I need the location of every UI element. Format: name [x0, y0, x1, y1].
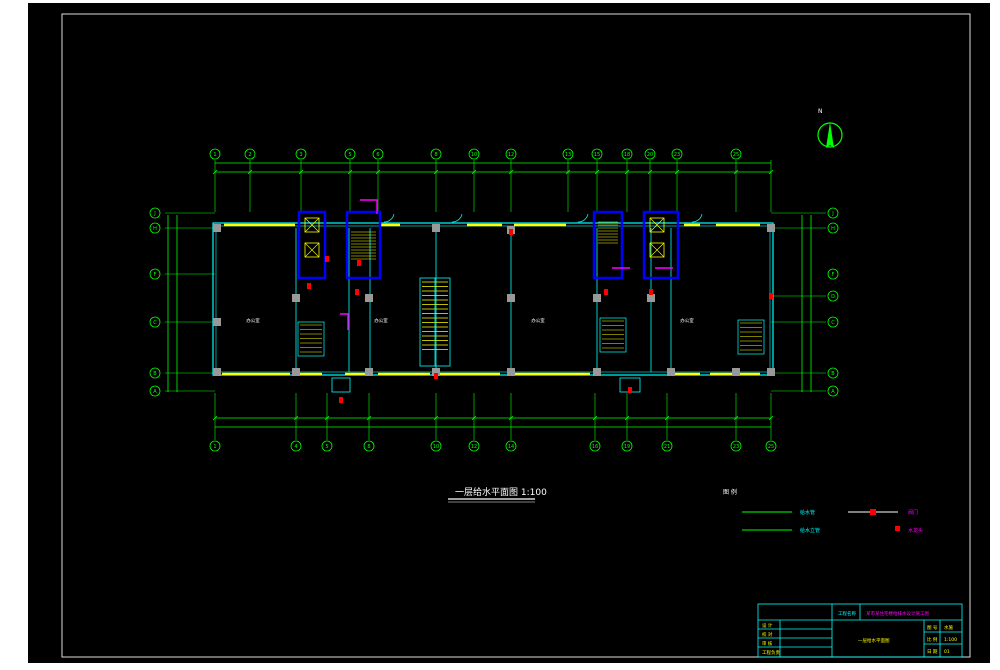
- tb-row-design: 设 计: [762, 622, 773, 629]
- column: [767, 368, 775, 376]
- tb-drawing-name: 一层给水平面图: [858, 637, 890, 644]
- valve: [434, 373, 438, 379]
- column: [213, 318, 221, 326]
- axis-left-label: A: [153, 389, 157, 395]
- column: [593, 368, 601, 376]
- axis-left-label: B: [153, 371, 157, 377]
- valve: [325, 256, 329, 262]
- column: [432, 224, 440, 232]
- axis-bottom-label: 23: [733, 444, 739, 450]
- axis-top-label: 12: [508, 152, 514, 158]
- axis-right-label: C: [831, 320, 835, 326]
- axis-bottom-label: 10: [433, 444, 439, 450]
- room-label: 办公室: [246, 317, 260, 324]
- room-label: 办公室: [680, 317, 694, 324]
- tb-value-date: 01: [944, 649, 950, 655]
- axis-top-label: 3: [299, 152, 302, 158]
- axis-bottom-label: 1: [213, 444, 216, 450]
- column: [647, 294, 655, 302]
- axis-bottom-label: 5: [325, 444, 328, 450]
- axis-top-label: 18: [624, 152, 630, 158]
- axis-right-label: B: [831, 371, 835, 377]
- axis-right-label: H: [831, 226, 835, 232]
- axis-top-label: 13: [565, 152, 571, 158]
- valve: [357, 260, 361, 266]
- column: [507, 368, 515, 376]
- valve: [604, 289, 608, 295]
- axis-left-label: J: [153, 211, 155, 217]
- valve: [355, 289, 359, 295]
- column: [213, 224, 221, 232]
- tb-row-check: 校 对: [762, 631, 773, 638]
- axis-left-label: C: [153, 320, 157, 326]
- axis-top-label: 10: [471, 152, 477, 158]
- valve: [769, 293, 773, 299]
- tb-company: 工程名称: [838, 610, 856, 617]
- axis-left-label: F: [154, 272, 157, 278]
- valve: [649, 289, 653, 295]
- axis-bottom-label: 19: [624, 444, 630, 450]
- axis-top-label: 5: [348, 152, 351, 158]
- tb-label-date: 日 期: [927, 649, 938, 655]
- room-label: 办公室: [374, 317, 388, 324]
- floor-plan-canvas: 1 2 3 5 6 8 10 12 13 15 18 20 23 251 4 5 8 10 12 14 16 19 21 23…: [0, 0, 1000, 666]
- valve: [628, 387, 632, 393]
- axis-bottom-label: 14: [508, 444, 514, 450]
- tb-value-number: 水施: [944, 624, 953, 631]
- north-label: N: [818, 108, 823, 115]
- axis-top-label: 25: [733, 152, 739, 158]
- axis-bottom-label: 16: [592, 444, 598, 450]
- valve: [339, 397, 343, 403]
- axis-bottom-label: 4: [294, 444, 297, 450]
- column: [667, 368, 675, 376]
- drawing-title: 一层给水平面图 1:100: [455, 486, 547, 498]
- tb-row-lead: 工程负责: [762, 649, 780, 656]
- valve: [509, 229, 513, 235]
- axis-left-label: H: [153, 226, 157, 232]
- axis-bottom-label: 25: [768, 444, 774, 450]
- axis-right-label: J: [831, 211, 833, 217]
- column: [365, 368, 373, 376]
- axis-top-label: 2: [248, 152, 251, 158]
- axis-right-label: A: [831, 389, 835, 395]
- drawing-background: [28, 3, 990, 663]
- column: [292, 294, 300, 302]
- column: [213, 368, 221, 376]
- column: [292, 368, 300, 376]
- axis-top-label: 6: [376, 152, 379, 158]
- tb-label-scale: 比 例: [927, 636, 938, 643]
- legend-heading: 图 例: [723, 488, 737, 496]
- tb-project: 某市某住宅楼给排水设计施工图: [866, 610, 929, 617]
- axis-top-label: 23: [674, 152, 680, 158]
- axis-top-label: 8: [434, 152, 437, 158]
- column: [507, 294, 515, 302]
- column: [732, 368, 740, 376]
- axis-top-label: 1: [213, 152, 216, 158]
- tb-value-scale: 1:100: [944, 637, 957, 643]
- legend-item-faucet: 水龙头: [908, 527, 923, 534]
- axis-right-label: F: [832, 272, 835, 278]
- axis-top-label: 15: [594, 152, 600, 158]
- axis-right-label: D: [831, 294, 835, 300]
- tb-row-review: 审 核: [762, 640, 773, 647]
- axis-bottom-label: 21: [664, 444, 670, 450]
- column: [365, 294, 373, 302]
- tb-label-number: 图 号: [927, 625, 938, 631]
- axis-bottom-label: 8: [367, 444, 370, 450]
- cad-drawing-sheet: 1 2 3 5 6 8 10 12 13 15 18 20 23 25 1 4 5 8 10 12 14 16 19 21 23…: [0, 0, 1000, 666]
- column: [593, 294, 601, 302]
- room-label: 办公室: [531, 317, 545, 324]
- column: [767, 224, 775, 232]
- axis-top-label: 20: [647, 152, 653, 158]
- axis-bottom-label: 12: [471, 444, 477, 450]
- legend-item-riser: 给水立管: [800, 527, 820, 534]
- legend-item-valve: 阀门: [908, 509, 918, 516]
- legend-item-water-pipe: 给水管: [800, 509, 815, 516]
- valve: [307, 283, 311, 289]
